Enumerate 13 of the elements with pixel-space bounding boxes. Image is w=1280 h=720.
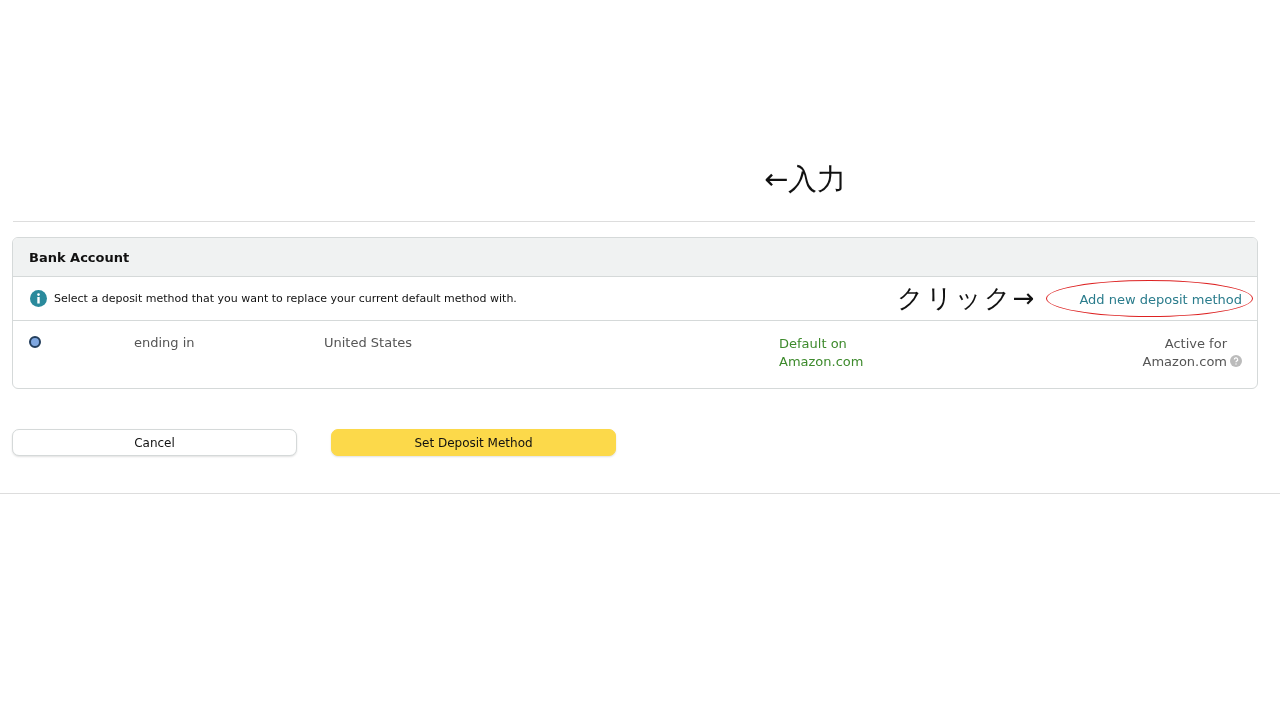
info-message: Select a deposit method that you want to replace your current default method with. <box>54 292 518 305</box>
country-label: United States <box>324 335 414 350</box>
input-annotation: ←入力 <box>764 161 847 198</box>
set-deposit-method-button[interactable]: Set Deposit Method <box>331 429 616 456</box>
card-title: Bank Account <box>29 249 130 265</box>
add-deposit-method-link[interactable]: Add new deposit method <box>1079 292 1242 307</box>
active-status: Active for Amazon.com <box>1141 335 1227 371</box>
default-status: Default on Amazon.com <box>779 335 865 371</box>
ending-label: ending in <box>134 335 196 350</box>
radio-button[interactable] <box>29 336 41 348</box>
click-annotation: クリック→ <box>896 282 1037 315</box>
cancel-button[interactable]: Cancel <box>12 429 297 456</box>
info-icon <box>30 290 47 307</box>
